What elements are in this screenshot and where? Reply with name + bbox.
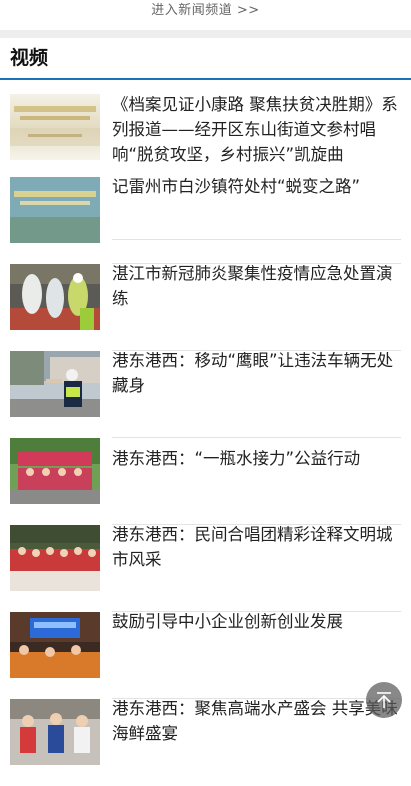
- section-divider: [0, 30, 411, 38]
- video-thumbnail[interactable]: [10, 94, 100, 160]
- news-channel-link[interactable]: 进入新闻频道 >>: [0, 0, 411, 22]
- video-title[interactable]: 港东港西：移动“鹰眼”让违法车辆无处藏身: [112, 348, 402, 398]
- video-item[interactable]: 港东港西：“一瓶水接力”公益行动: [0, 437, 411, 525]
- item-divider: [112, 437, 401, 438]
- video-thumbnail[interactable]: [10, 699, 100, 765]
- video-item[interactable]: 港东港西：聚焦高端水产盛会 共享美味海鲜盛宴: [0, 696, 411, 786]
- video-item[interactable]: 记雷州市白沙镇符处村“蜕变之路”: [0, 177, 411, 264]
- video-item[interactable]: 《档案见证小康路 聚焦扶贫决胜期》系列报道——经开区东山街道文参村唱响“脱贫攻坚…: [0, 92, 411, 240]
- video-title[interactable]: 记雷州市白沙镇符处村“蜕变之路”: [112, 174, 402, 199]
- video-item[interactable]: 港东港西：民间合唱团精彩诠释文明城市风采: [0, 522, 411, 612]
- video-title[interactable]: 港东港西：“一瓶水接力”公益行动: [112, 446, 402, 471]
- video-title[interactable]: 鼓励引导中小企业创新创业发展: [112, 609, 402, 634]
- video-item[interactable]: 港东港西：移动“鹰眼”让违法车辆无处藏身: [0, 348, 411, 438]
- video-title[interactable]: 港东港西：聚焦高端水产盛会 共享美味海鲜盛宴: [112, 696, 402, 746]
- back-to-top-button[interactable]: [366, 682, 402, 718]
- video-thumbnail[interactable]: [10, 177, 100, 243]
- video-thumbnail[interactable]: [10, 612, 100, 678]
- video-title[interactable]: 湛江市新冠肺炎聚集性疫情应急处置演练: [112, 261, 402, 311]
- video-title[interactable]: 港东港西：民间合唱团精彩诠释文明城市风采: [112, 522, 402, 572]
- video-thumbnail[interactable]: [10, 438, 100, 504]
- video-title[interactable]: 《档案见证小康路 聚焦扶贫决胜期》系列报道——经开区东山街道文参村唱响“脱贫攻坚…: [112, 92, 402, 167]
- video-thumbnail[interactable]: [10, 525, 100, 591]
- video-thumbnail[interactable]: [10, 351, 100, 417]
- video-item[interactable]: 湛江市新冠肺炎聚集性疫情应急处置演练: [0, 261, 411, 351]
- section-title: 视频: [0, 38, 411, 80]
- arrow-up-icon: [375, 691, 393, 709]
- video-thumbnail[interactable]: [10, 264, 100, 330]
- video-item[interactable]: 鼓励引导中小企业创新创业发展: [0, 609, 411, 699]
